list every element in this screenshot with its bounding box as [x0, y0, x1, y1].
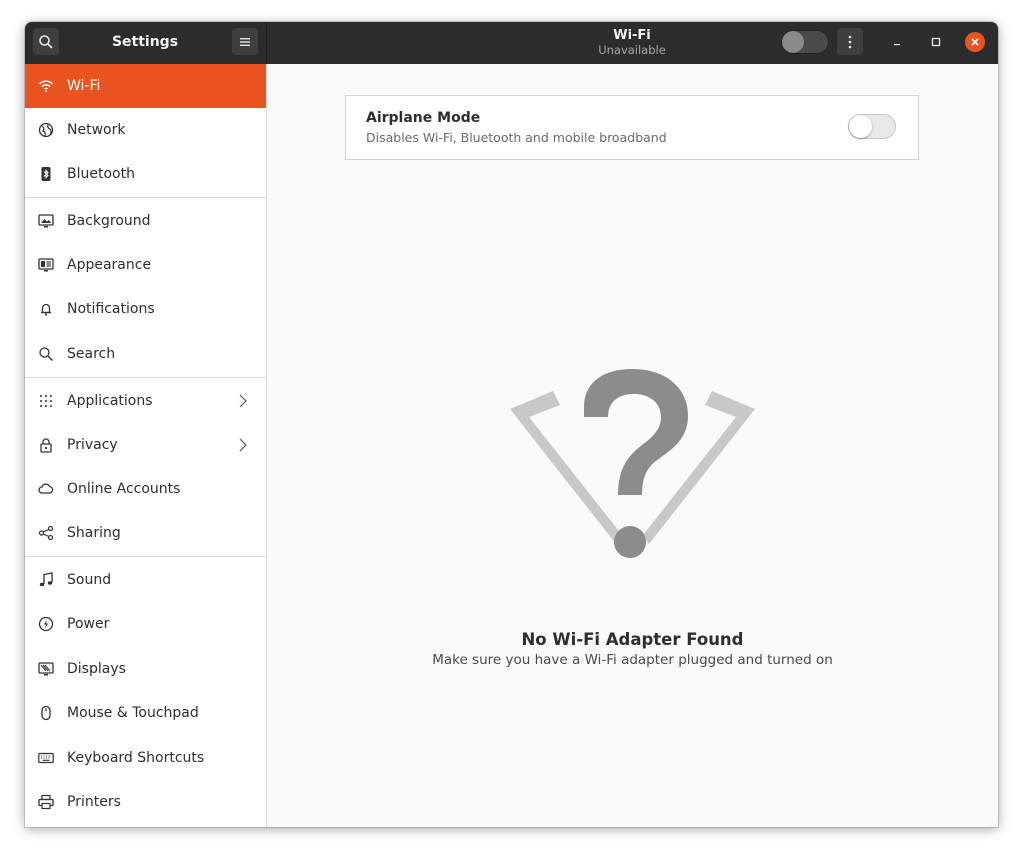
search-icon [39, 34, 53, 49]
search-icon [39, 347, 53, 361]
sidebar-item-keyboard-shortcuts[interactable]: Keyboard Shortcuts [25, 736, 266, 780]
lock-icon [40, 438, 52, 453]
minimize-button[interactable] [887, 32, 907, 52]
header-bar: Settings Wi-Fi Unavailable [25, 22, 998, 64]
primary-menu-button[interactable] [232, 28, 258, 55]
sidebar-item-label: Bluetooth [67, 166, 135, 182]
printer-icon [38, 794, 54, 810]
keyboard-icon [38, 752, 54, 764]
wifi-menu-button[interactable] [837, 28, 863, 55]
chevron-right-icon [239, 438, 247, 452]
sidebar-item-label: Network [67, 122, 126, 138]
maximize-icon [931, 37, 941, 47]
sidebar-item-label: Background [67, 213, 151, 229]
sidebar-item-notifications[interactable]: Notifications [25, 287, 266, 331]
page-subtitle: Unavailable [598, 43, 666, 57]
sidebar-item-applications[interactable]: Applications [25, 379, 266, 423]
sidebar-item-label: Wi-Fi [67, 78, 101, 94]
cloud-icon [38, 483, 54, 494]
sidebar-item-label: Appearance [67, 257, 152, 273]
sidebar-item-displays[interactable]: Displays [25, 647, 266, 691]
sidebar-item-label: Sharing [67, 525, 121, 541]
empty-state-message: Make sure you have a Wi-Fi adapter plugg… [432, 652, 833, 668]
appearance-icon [38, 258, 54, 272]
header-divider [266, 22, 267, 64]
maximize-button[interactable] [926, 32, 946, 52]
sidebar-separator [25, 377, 266, 378]
sidebar-item-label: Printers [67, 794, 121, 810]
grid-icon [40, 395, 52, 407]
sidebar-item-label: Notifications [67, 301, 155, 317]
background-icon [38, 214, 54, 228]
airplane-mode-toggle-knob [849, 115, 872, 138]
minimize-icon [894, 44, 900, 46]
music-note-icon [39, 572, 53, 587]
wifi-toggle-knob [782, 31, 804, 53]
sidebar-item-label: Power [67, 616, 110, 632]
sidebar-item-mouse-touchpad[interactable]: Mouse & Touchpad [25, 691, 266, 735]
empty-state-title: No Wi-Fi Adapter Found [521, 630, 744, 649]
sidebar-item-label: Applications [67, 393, 153, 409]
sidebar-item-label: Keyboard Shortcuts [67, 750, 205, 766]
settings-window: Settings Wi-Fi Unavailable Wi-Fi Network… [25, 22, 998, 827]
sidebar-item-privacy[interactable]: Privacy [25, 423, 266, 467]
kebab-menu-icon [848, 35, 852, 48]
sidebar-item-label: Search [67, 346, 116, 362]
sidebar-item-label: Privacy [67, 437, 118, 453]
sidebar-item-sound[interactable]: Sound [25, 558, 266, 602]
network-globe-icon [38, 122, 54, 138]
airplane-mode-row: Airplane Mode Disables Wi-Fi, Bluetooth … [345, 95, 919, 160]
sidebar-separator [25, 197, 266, 198]
wifi-icon [38, 80, 54, 93]
sidebar-item-printers[interactable]: Printers [25, 780, 266, 824]
bluetooth-icon [41, 167, 51, 181]
display-icon [38, 662, 54, 676]
power-icon [38, 616, 54, 632]
page-title: Wi-Fi [613, 28, 651, 43]
sidebar-item-label: Mouse & Touchpad [67, 705, 199, 721]
sidebar-item-label: Sound [67, 572, 112, 588]
sidebar-item-search[interactable]: Search [25, 332, 266, 376]
sidebar-item-online-accounts[interactable]: Online Accounts [25, 467, 266, 511]
search-button[interactable] [33, 28, 59, 55]
sidebar-item-wifi[interactable]: Wi-Fi [25, 64, 266, 108]
sidebar-title: Settings [111, 34, 179, 50]
close-icon [971, 38, 979, 46]
airplane-mode-toggle[interactable] [848, 114, 896, 139]
airplane-mode-description: Disables Wi-Fi, Bluetooth and mobile bro… [366, 130, 667, 145]
bell-icon [41, 303, 51, 316]
sidebar-item-label: Online Accounts [67, 481, 181, 497]
mouse-icon [41, 705, 51, 721]
sidebar-item-background[interactable]: Background [25, 199, 266, 243]
close-button[interactable] [965, 32, 985, 52]
hamburger-menu-icon [240, 37, 250, 46]
airplane-mode-title: Airplane Mode [366, 110, 481, 126]
sidebar-separator [25, 556, 266, 557]
sidebar-item-bluetooth[interactable]: Bluetooth [25, 152, 266, 196]
sidebar: Wi-Fi Network Bluetooth Background Appea… [25, 64, 267, 827]
sidebar-item-network[interactable]: Network [25, 108, 266, 152]
chevron-right-icon [239, 394, 247, 408]
share-icon [38, 525, 54, 541]
sidebar-item-appearance[interactable]: Appearance [25, 243, 266, 287]
wifi-unknown-icon [510, 369, 755, 558]
sidebar-item-sharing[interactable]: Sharing [25, 511, 266, 555]
wifi-panel: Airplane Mode Disables Wi-Fi, Bluetooth … [267, 64, 998, 827]
wifi-toggle[interactable] [781, 30, 829, 54]
sidebar-item-power[interactable]: Power [25, 602, 266, 646]
sidebar-item-label: Displays [67, 661, 126, 677]
